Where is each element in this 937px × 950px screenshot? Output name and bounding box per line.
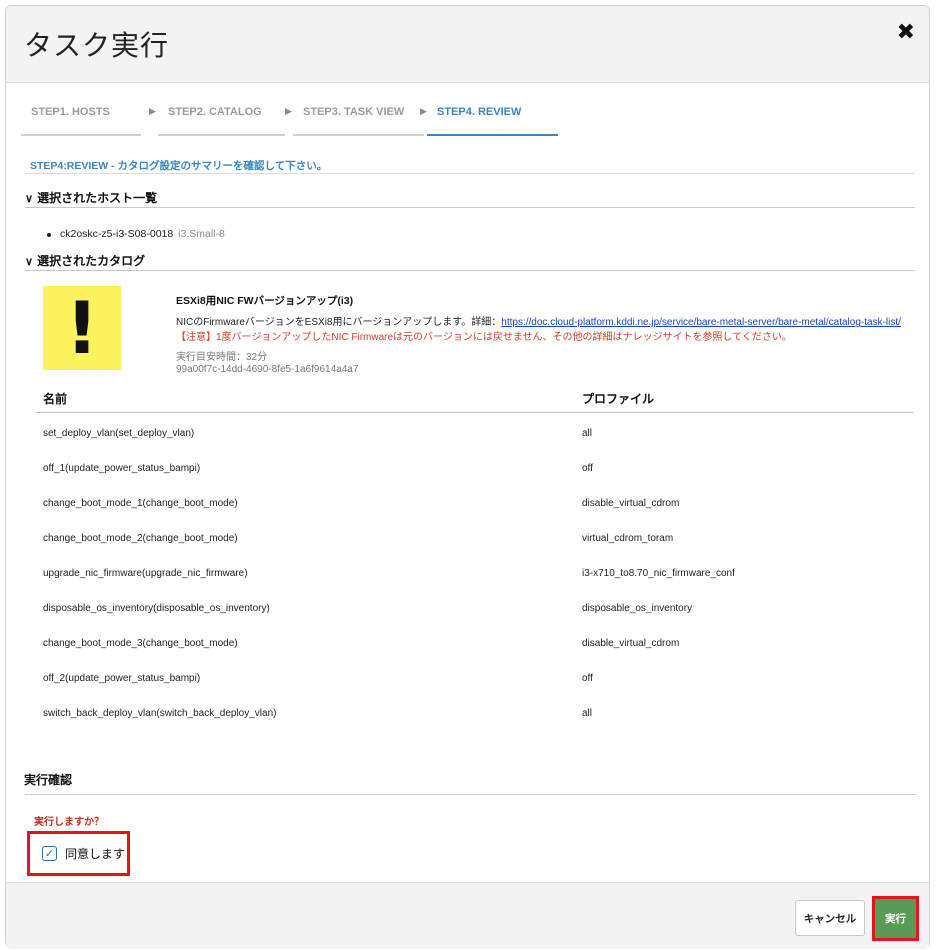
catalog-section-heading[interactable]: ∨ 選択されたカタログ	[25, 252, 145, 269]
agree-checkbox[interactable]: ✓	[42, 846, 57, 861]
chevron-right-icon: ▶	[285, 107, 292, 117]
task-profile: disable_virtual_cdrom	[582, 638, 680, 649]
task-profile: i3-x710_to8.70_nic_firmware_conf	[582, 568, 735, 579]
list-item: ck2oskc-z5-i3-S08-0018 i3.Small-8	[47, 228, 225, 240]
task-name: set_deploy_vlan(set_deploy_vlan)	[43, 428, 195, 439]
table-row: upgrade_nic_firmware(upgrade_nic_firmwar…	[36, 555, 914, 590]
table-row: change_boot_mode_1(change_boot_mode) dis…	[36, 485, 914, 520]
close-icon[interactable]: ✖	[897, 20, 915, 45]
task-profile: all	[582, 428, 593, 439]
hosts-heading-label: 選択されたホスト一覧	[37, 191, 158, 205]
task-profile: off	[582, 463, 593, 474]
table-row: change_boot_mode_3(change_boot_mode) dis…	[36, 625, 914, 660]
confirm-question: 実行しますか？	[34, 817, 104, 828]
catalog-time: 実行目安時間：32分	[176, 352, 268, 363]
chevron-down-icon: ∨	[25, 193, 34, 205]
warning-icon: !	[43, 286, 121, 370]
dialog-footer	[6, 882, 929, 949]
confirm-heading: 実行確認	[24, 773, 73, 787]
bullet-icon	[47, 233, 51, 237]
hosts-section-heading[interactable]: ∨ 選択されたホスト一覧	[25, 189, 157, 206]
review-note: STEP4:REVIEW - カタログ設定のサマリーを確認して下さい。	[30, 160, 328, 172]
agree-checkbox-highlight[interactable]: ✓ 同意します	[27, 831, 130, 876]
divider	[25, 270, 915, 271]
cancel-button[interactable]: キャンセル	[795, 900, 865, 936]
chevron-down-icon: ∨	[25, 256, 34, 268]
task-profile: virtual_cdrom_toram	[582, 533, 674, 544]
task-profile: disable_virtual_cdrom	[582, 498, 680, 509]
catalog-id: 99a00f7c-14dd-4690-8fe5-1a6f9614a4a7	[176, 364, 359, 375]
table-row: switch_back_deploy_vlan(switch_back_depl…	[36, 695, 914, 730]
task-dialog: タスク実行 ✖ STEP1. HOSTS ▶ STEP2. CATALOG ▶ …	[5, 5, 930, 949]
divider	[25, 794, 915, 795]
task-name: change_boot_mode_3(change_boot_mode)	[43, 638, 238, 649]
catalog-detail-link[interactable]: https://doc.cloud-platform.kddi.ne.jp/se…	[501, 317, 901, 328]
catalog-description: NICのFirmwareバージョンをESXi8用にバージョンアップします。詳細：…	[176, 313, 901, 328]
catalog-heading-label: 選択されたカタログ	[37, 254, 146, 268]
catalog-description-text: NICのFirmwareバージョンをESXi8用にバージョンアップします。詳細：	[176, 317, 502, 328]
column-header-name: 名前	[43, 392, 68, 406]
table-row: set_deploy_vlan(set_deploy_vlan) all	[36, 415, 914, 450]
tab-step3-task-view[interactable]: STEP3. TASK VIEW	[293, 96, 424, 136]
dialog-title: タスク実行	[24, 29, 170, 62]
catalog-warning: 【注意】1度バージョンアップしたNIC Firmwareは元のバージョンには戻せ…	[176, 332, 792, 343]
chevron-right-icon: ▶	[420, 107, 427, 117]
table-row: off_2(update_power_status_bampi) off	[36, 660, 914, 695]
tab-step2-catalog[interactable]: STEP2. CATALOG	[158, 96, 285, 136]
host-flavor: i3.Small-8	[178, 228, 225, 240]
task-name: off_2(update_power_status_bampi)	[43, 673, 201, 684]
execute-button-highlight: 実行	[872, 896, 919, 941]
dialog-header: タスク実行 ✖	[6, 6, 929, 83]
task-profile: off	[582, 673, 593, 684]
divider	[25, 207, 915, 208]
tab-step4-review[interactable]: STEP4. REVIEW	[427, 96, 558, 136]
host-name: ck2oskc-z5-i3-S08-0018	[60, 228, 174, 240]
table-row: off_1(update_power_status_bampi) off	[36, 450, 914, 485]
catalog-title: ESXi8用NIC FWバージョンアップ(i3)	[176, 295, 354, 307]
chevron-right-icon: ▶	[149, 107, 156, 117]
task-name: off_1(update_power_status_bampi)	[43, 463, 201, 474]
tab-step1-hosts[interactable]: STEP1. HOSTS	[21, 96, 141, 136]
divider	[36, 412, 914, 413]
task-profile: all	[582, 708, 593, 719]
task-name: disposable_os_inventory(disposable_os_in…	[43, 603, 270, 614]
task-name: upgrade_nic_firmware(upgrade_nic_firmwar…	[43, 568, 248, 579]
divider	[25, 173, 915, 174]
task-name: change_boot_mode_2(change_boot_mode)	[43, 533, 238, 544]
task-name: switch_back_deploy_vlan(switch_back_depl…	[43, 708, 277, 719]
task-profile: disposable_os_inventory	[582, 603, 693, 614]
column-header-profile: プロファイル	[582, 392, 655, 406]
table-row: disposable_os_inventory(disposable_os_in…	[36, 590, 914, 625]
agree-label[interactable]: 同意します	[65, 845, 125, 862]
execute-button[interactable]: 実行	[875, 899, 916, 938]
table-row: change_boot_mode_2(change_boot_mode) vir…	[36, 520, 914, 555]
task-name: change_boot_mode_1(change_boot_mode)	[43, 498, 238, 509]
